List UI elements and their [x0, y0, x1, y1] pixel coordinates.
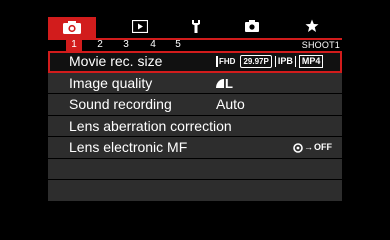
compression-badge: IPB — [274, 56, 296, 67]
menu-item-image-quality[interactable]: Image quality L — [48, 72, 342, 94]
menu-item-empty — [48, 180, 342, 202]
resolution-badge: FHD — [216, 56, 237, 67]
playback-icon — [132, 19, 148, 33]
wrench-icon — [192, 19, 200, 33]
lens-electronic-mf-value: → OFF — [293, 137, 332, 158]
menu-item-lens-aberration-correction[interactable]: Lens aberration correction — [48, 115, 342, 137]
page-3[interactable]: 3 — [118, 39, 134, 51]
quarter-circle-quality-icon — [216, 78, 224, 88]
menu-item-movie-rec-size[interactable]: Movie rec. size FHD 29.97P IPB MP4 — [48, 51, 342, 73]
menu-item-sound-recording[interactable]: Sound recording Auto — [48, 94, 342, 116]
image-quality-value: L — [216, 73, 233, 94]
page-indicator-bar: 1 2 3 4 5 SHOOT1 — [48, 38, 342, 52]
page-4[interactable]: 4 — [145, 39, 161, 51]
tab-setup[interactable] — [180, 15, 212, 37]
menu-item-label: Movie rec. size — [69, 53, 163, 69]
menu-item-empty — [48, 158, 342, 180]
star-icon — [305, 19, 319, 32]
custom-functions-icon — [245, 20, 259, 32]
arrow-icon: → — [304, 142, 313, 152]
focus-ring-icon — [293, 142, 303, 153]
camera-menu-screen: 1 2 3 4 5 SHOOT1 Movie rec. size FHD 29.… — [0, 0, 390, 219]
lens-electronic-mf-state: OFF — [314, 142, 332, 152]
menu-item-lens-electronic-mf[interactable]: Lens electronic MF → OFF — [48, 137, 342, 159]
sound-recording-value: Auto — [216, 96, 245, 112]
menu-section-label: SHOOT1 — [301, 40, 340, 50]
menu-tab-bar — [48, 15, 342, 38]
page-1[interactable]: 1 — [66, 39, 82, 51]
frame-rate-badge: 29.97P — [240, 55, 272, 68]
camera-icon — [63, 21, 81, 34]
movie-size-value: FHD 29.97P IPB MP4 — [216, 51, 326, 72]
tab-playback[interactable] — [124, 15, 156, 37]
page-2[interactable]: 2 — [92, 39, 108, 51]
tab-custom-functions[interactable] — [236, 15, 268, 37]
format-badge: MP4 — [298, 55, 324, 68]
menu-item-label: Lens electronic MF — [69, 139, 188, 155]
page-5[interactable]: 5 — [170, 39, 186, 51]
image-quality-size: L — [225, 75, 233, 91]
menu-item-label: Image quality — [69, 74, 153, 91]
menu-item-label: Lens aberration correction — [69, 117, 232, 134]
tab-my-menu[interactable] — [298, 15, 326, 37]
tab-shooting[interactable] — [48, 17, 96, 38]
menu-item-label: Sound recording — [69, 96, 172, 112]
menu-list: Movie rec. size FHD 29.97P IPB MP4 Image… — [48, 51, 342, 202]
